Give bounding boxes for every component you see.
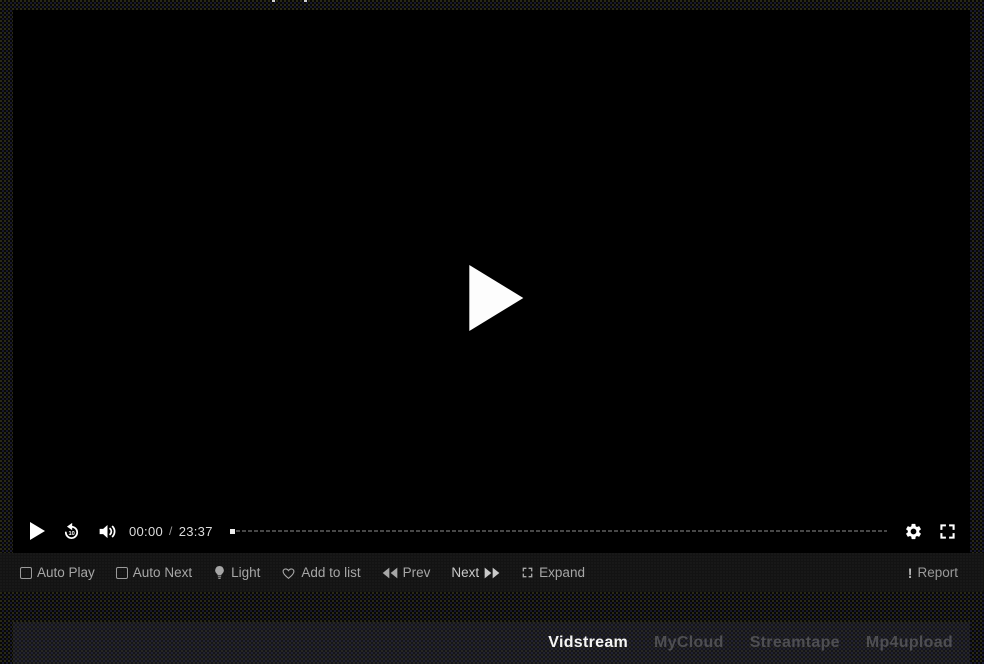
double-prev-icon [382, 567, 398, 579]
video-watch-page: { "colors": { "video_bg": "#000000", "pa… [0, 0, 984, 664]
report-button[interactable]: ! Report [908, 565, 958, 581]
server-select-panel: Vidstream MyCloud Streamtape Mp4upload [13, 622, 970, 664]
player-control-bar: 10 00:00 / 23:37 [13, 509, 970, 553]
seek-track [230, 530, 887, 532]
double-next-icon [484, 567, 500, 579]
clipped-title-artifact [304, 0, 307, 2]
expand-button[interactable]: Expand [521, 565, 585, 580]
player-options-toolbar: Auto Play Auto Next Light Add to list Pr… [0, 553, 984, 592]
checkbox-icon [20, 567, 32, 579]
big-play-icon[interactable] [469, 265, 523, 331]
volume-button[interactable] [97, 521, 118, 542]
rewind-10-icon: 10 [61, 521, 82, 542]
heart-icon [281, 566, 296, 580]
play-icon [30, 522, 45, 540]
toolbar-item-label: Prev [403, 565, 431, 580]
add-to-list-button[interactable]: Add to list [281, 565, 360, 580]
fullscreen-button[interactable] [938, 522, 957, 541]
duration: 23:37 [179, 524, 213, 539]
toolbar-item-label: Light [231, 565, 260, 580]
clipped-title-artifact [272, 0, 275, 2]
toolbar-item-label: Auto Play [37, 565, 95, 580]
time-display: 00:00 / 23:37 [129, 524, 213, 539]
checkbox-icon [116, 567, 128, 579]
server-tab-mycloud[interactable]: MyCloud [654, 634, 724, 652]
server-tab-streamtape[interactable]: Streamtape [750, 634, 840, 652]
server-tab-mp4upload[interactable]: Mp4upload [866, 634, 953, 652]
toolbar-item-label: Expand [539, 565, 585, 580]
seek-bar[interactable] [230, 524, 887, 538]
time-separator: / [169, 524, 173, 538]
svg-text:10: 10 [69, 531, 75, 537]
video-player[interactable]: 10 00:00 / 23:37 [13, 10, 970, 553]
toolbar-item-label: Auto Next [133, 565, 192, 580]
next-episode-button[interactable]: Next [451, 565, 500, 580]
toolbar-item-label: Add to list [301, 565, 360, 580]
bulb-icon [213, 565, 226, 580]
autoplay-toggle[interactable]: Auto Play [20, 565, 95, 580]
exclamation-icon: ! [908, 565, 913, 581]
autonext-toggle[interactable]: Auto Next [116, 565, 192, 580]
volume-icon [97, 521, 118, 542]
light-toggle[interactable]: Light [213, 565, 260, 580]
settings-button[interactable] [904, 522, 923, 541]
current-time: 00:00 [129, 524, 163, 539]
expand-icon [521, 566, 534, 579]
prev-episode-button[interactable]: Prev [382, 565, 431, 580]
seek-playhead[interactable] [230, 529, 235, 534]
report-label: Report [917, 565, 958, 580]
rewind-10-button[interactable]: 10 [61, 521, 82, 542]
settings-gear-icon [904, 522, 923, 541]
toolbar-item-label: Next [451, 565, 479, 580]
play-button[interactable] [30, 522, 45, 540]
server-tab-vidstream[interactable]: Vidstream [548, 634, 628, 652]
fullscreen-icon [938, 522, 957, 541]
